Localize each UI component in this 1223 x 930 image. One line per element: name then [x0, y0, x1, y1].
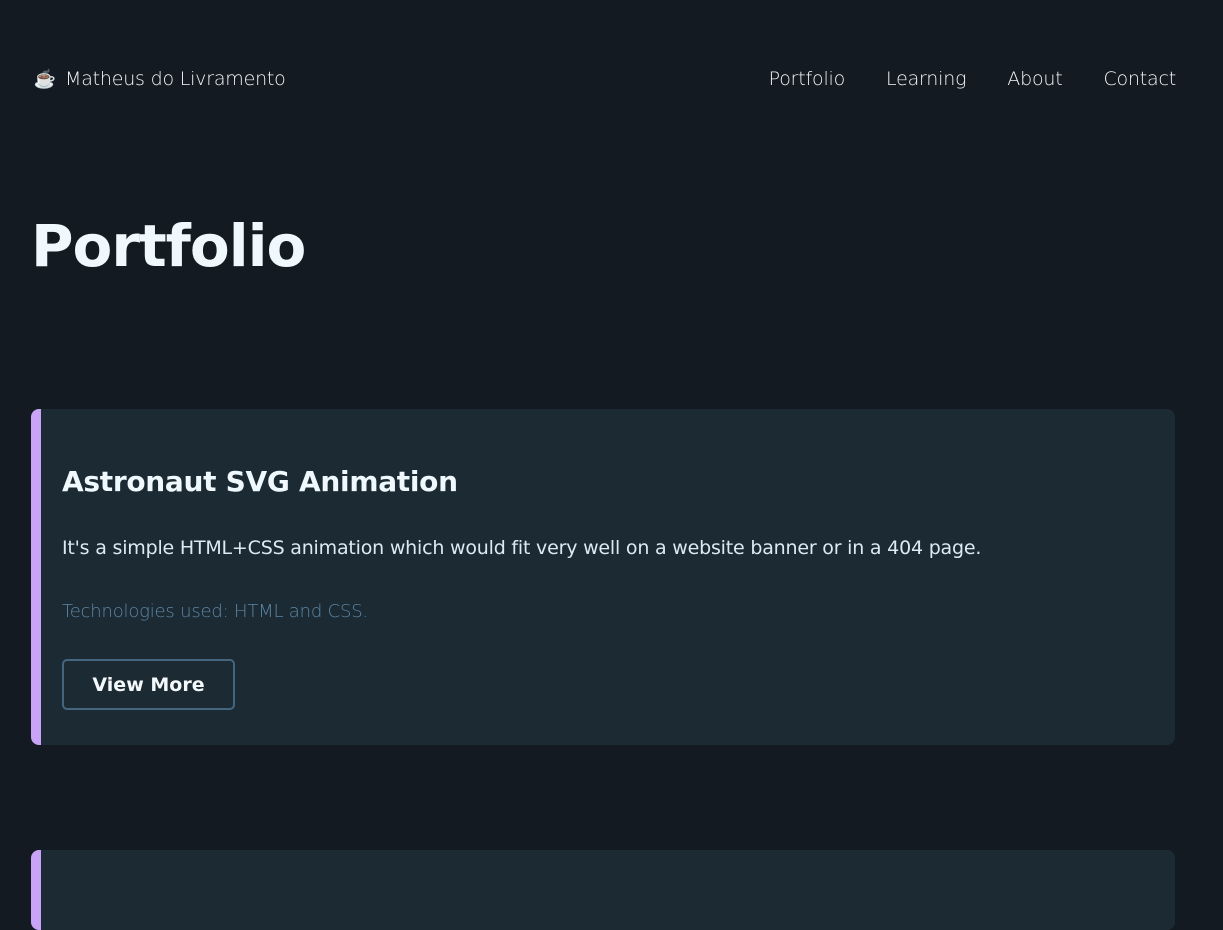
- brand-name: Matheus do Livramento: [65, 68, 286, 90]
- page-title: Portfolio: [31, 212, 306, 280]
- project-card: [31, 850, 1175, 930]
- site-header: ☕ Matheus do Livramento Portfolio Learni…: [33, 60, 1176, 98]
- brand-link[interactable]: ☕ Matheus do Livramento: [33, 68, 286, 90]
- project-description: It's a simple HTML+CSS animation which w…: [62, 537, 982, 559]
- view-more-button[interactable]: View More: [62, 659, 235, 710]
- nav-link-contact[interactable]: Contact: [1103, 68, 1176, 90]
- project-technologies: Technologies used: HTML and CSS.: [62, 601, 368, 622]
- nav-link-learning[interactable]: Learning: [886, 68, 966, 90]
- project-card: Astronaut SVG Animation It's a simple HT…: [31, 409, 1175, 745]
- main-nav: Portfolio Learning About Contact: [769, 68, 1177, 90]
- nav-link-portfolio[interactable]: Portfolio: [769, 68, 846, 90]
- nav-link-about[interactable]: About: [1007, 68, 1062, 90]
- project-title: Astronaut SVG Animation: [62, 465, 458, 498]
- coffee-icon: ☕: [33, 68, 57, 90]
